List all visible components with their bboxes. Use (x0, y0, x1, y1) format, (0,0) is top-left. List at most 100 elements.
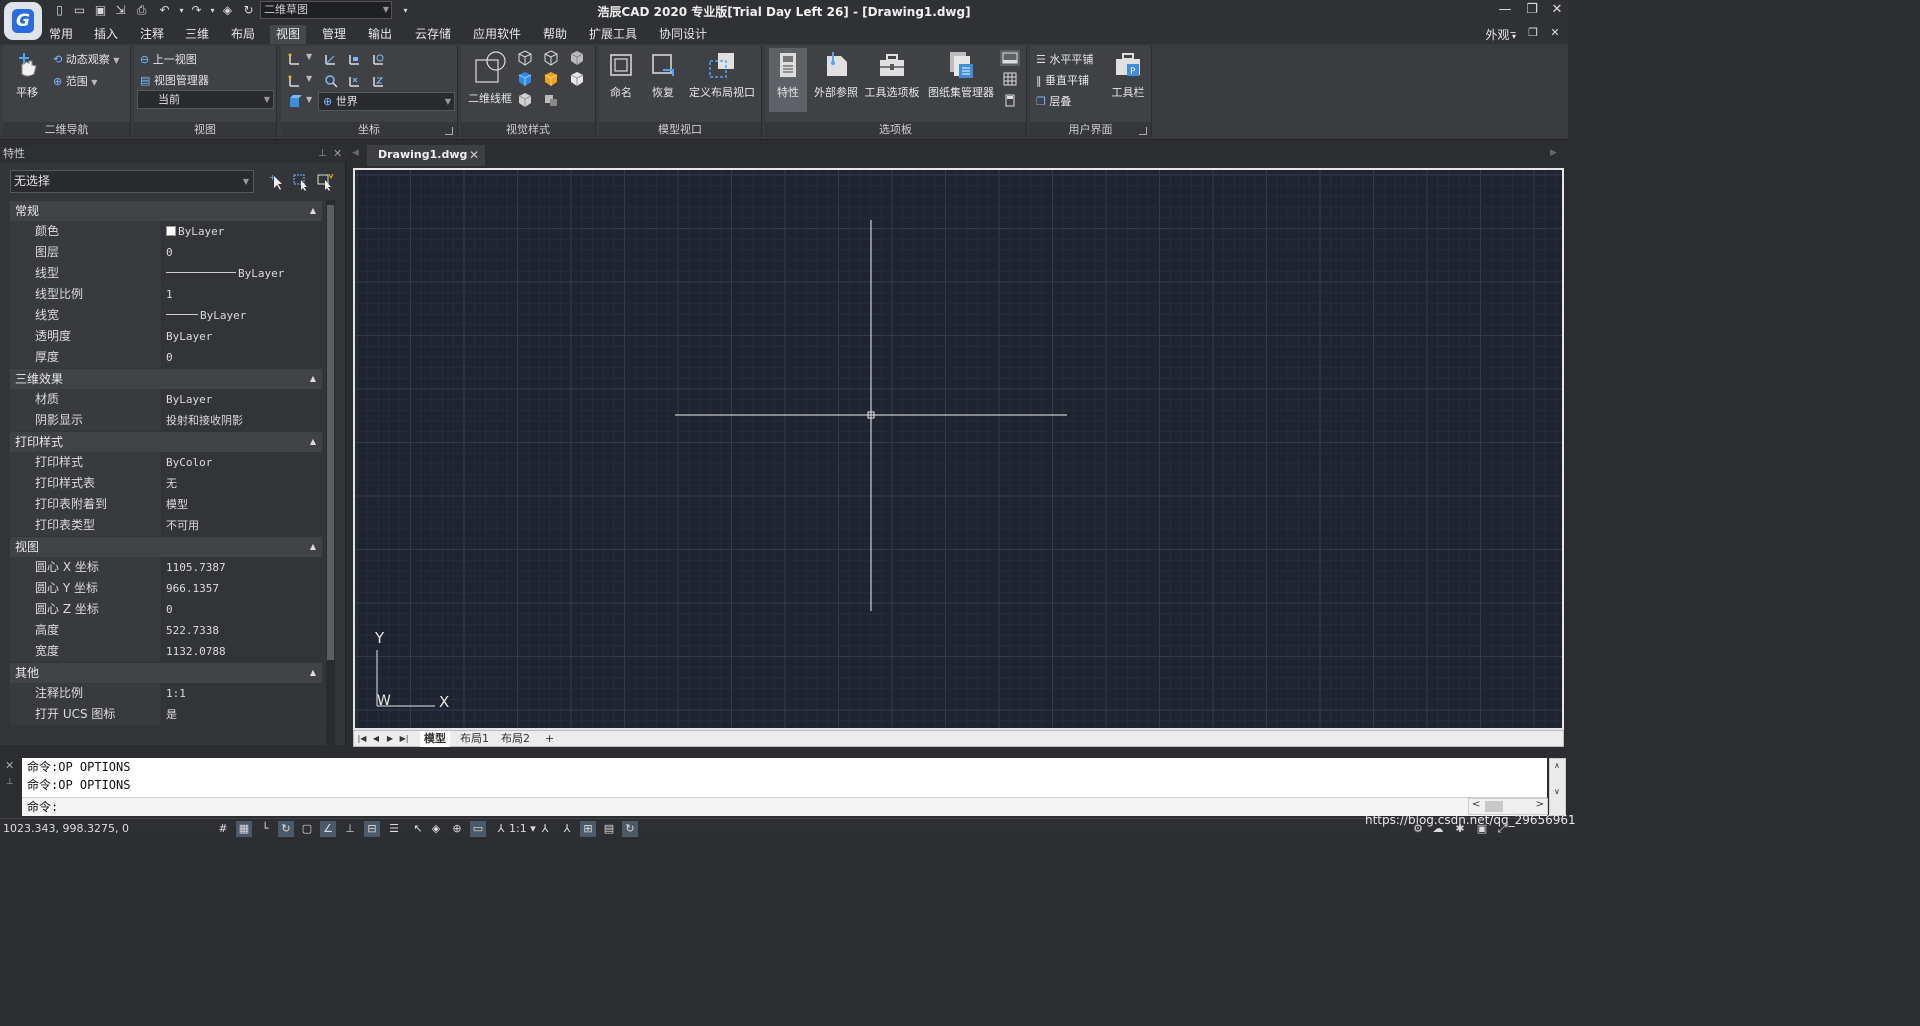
document-tab-close-icon[interactable]: ✕ (469, 145, 479, 165)
annotation-scale-icon[interactable]: ⅄ (493, 821, 509, 837)
save-icon[interactable]: ▣ (93, 3, 108, 18)
tab-scroll-left-icon[interactable]: ◀ (352, 148, 359, 158)
tab-extensions[interactable]: 扩展工具 (583, 25, 643, 44)
property-row[interactable]: 注释比例 1:1 (10, 683, 322, 704)
property-row[interactable]: 线宽 ByLayer (10, 305, 322, 326)
scroll-up-icon[interactable]: ∧ (1554, 761, 1560, 770)
model-space[interactable]: Y W X (355, 170, 1562, 728)
ucs-world-icon[interactable] (323, 51, 339, 67)
undo-icon[interactable]: ↶ (157, 3, 172, 18)
property-value[interactable]: ByLayer (162, 263, 322, 284)
annotation-visibility-icon[interactable]: ⅄ (537, 821, 553, 837)
tab-scroll-right-icon[interactable]: ▶ (1550, 148, 1557, 158)
extents-button[interactable]: ⊕ 范围 ▼ (53, 73, 97, 89)
visual-style-manager-icon[interactable] (543, 92, 559, 108)
cube-hidden-icon[interactable] (543, 50, 559, 66)
property-value[interactable]: 966.1357 (162, 578, 322, 599)
properties-palette-button[interactable]: 特性 (769, 48, 807, 112)
clean-screen-icon[interactable]: ↻ (622, 821, 638, 837)
ucs-view-icon[interactable] (371, 51, 387, 67)
property-value[interactable]: 模型 (162, 494, 322, 515)
doc-close-button[interactable]: ✕ (1542, 23, 1568, 43)
ortho-icon[interactable]: └ (257, 821, 273, 837)
tab-3d[interactable]: 三维 (179, 25, 215, 44)
osnap-icon[interactable]: ▢ (299, 821, 315, 837)
layout-tab-layout1[interactable]: 布局1 (456, 731, 493, 747)
chevron-down-icon[interactable]: ▼ (306, 52, 312, 61)
model-space-icon[interactable]: ▭ (470, 821, 486, 837)
zoom-status-icon[interactable]: ⊕ (449, 821, 465, 837)
first-layout-icon[interactable]: |◀ (356, 732, 368, 746)
grid-display-icon[interactable]: ▦ (236, 821, 252, 837)
tab-insert[interactable]: 插入 (88, 25, 124, 44)
auto-scale-icon[interactable]: ⅄ (559, 821, 575, 837)
cube-orange-icon[interactable] (543, 71, 559, 87)
tab-annotate[interactable]: 注释 (134, 25, 170, 44)
property-scrollbar[interactable] (326, 200, 335, 745)
cube-realistic-icon[interactable] (517, 92, 533, 108)
tab-help[interactable]: 帮助 (537, 25, 573, 44)
property-value[interactable]: 无 (162, 473, 322, 494)
zoom-ucs-icon[interactable] (323, 73, 339, 89)
open-file-icon[interactable]: ▭ (72, 3, 87, 18)
command-window-handle[interactable]: ✕ ⊥ (0, 755, 20, 817)
scroll-right-icon[interactable]: > (1536, 799, 1544, 810)
property-row[interactable]: 圆心 X 坐标 1105.7387 (10, 557, 322, 578)
grid-snap-icon[interactable]: # (215, 821, 231, 837)
undo-dropdown-icon[interactable]: ▾ (174, 3, 189, 18)
property-value[interactable]: ByLayer (162, 221, 322, 242)
annotation-scale-value[interactable]: 1:1 ▾ (509, 822, 536, 835)
property-row[interactable]: 圆心 Z 坐标 0 (10, 599, 322, 620)
print-icon[interactable]: ⎙ (134, 3, 149, 18)
quick-select-icon[interactable] (316, 173, 334, 191)
property-value[interactable]: ByLayer (162, 305, 322, 326)
property-row[interactable]: 材质 ByLayer (10, 389, 322, 410)
cascade-button[interactable]: ❐ 层叠 (1036, 93, 1071, 109)
ucs-cube-icon[interactable] (287, 94, 303, 110)
tab-collaborate[interactable]: 协同设计 (653, 25, 713, 44)
xref-button[interactable]: 外部参照 (811, 50, 861, 100)
property-section[interactable]: 常规 ▲ (10, 201, 322, 221)
ucs-object-icon[interactable] (287, 73, 303, 89)
app-logo[interactable]: G (4, 2, 42, 40)
command-vertical-scrollbar[interactable]: ∧ ∨ (1549, 758, 1566, 816)
property-row[interactable]: 透明度 ByLayer (10, 326, 322, 347)
property-value[interactable]: 0 (162, 347, 322, 368)
property-value[interactable]: 不可用 (162, 515, 322, 536)
new-file-icon[interactable]: ▯ (52, 3, 67, 18)
tab-output[interactable]: 输出 (362, 25, 398, 44)
view-manager-button[interactable]: ▤ 视图管理器 (140, 72, 209, 88)
chevron-down-icon[interactable]: ▼ (306, 74, 312, 83)
tile-horizontal-button[interactable]: ☰ 水平平铺 (1036, 51, 1093, 67)
layers-status-icon[interactable]: ◈ (428, 821, 444, 837)
property-section[interactable]: 三维效果 ▲ (10, 369, 322, 389)
select-objects-icon[interactable] (292, 173, 310, 191)
property-value[interactable]: ByColor (162, 452, 322, 473)
tool-palettes-button[interactable]: 工具选项板 (861, 50, 923, 100)
layout-tab-model[interactable]: 模型 (420, 731, 450, 747)
workspace-select[interactable]: 二维草图 ▼ (260, 1, 392, 19)
chevron-down-icon[interactable]: ▼ (306, 95, 312, 104)
property-value[interactable]: 0 (162, 242, 322, 263)
selection-cycling-icon[interactable]: ↖ (410, 821, 426, 837)
property-section[interactable]: 打印样式 ▲ (10, 432, 322, 452)
minimize-button[interactable]: — (1492, 0, 1518, 22)
property-row[interactable]: 线型比例 1 (10, 284, 322, 305)
last-layout-icon[interactable]: ▶| (398, 732, 410, 746)
tile-vertical-button[interactable]: ‖ 垂直平铺 (1036, 72, 1089, 88)
wireframe-2d-button[interactable]: 二维线框 (465, 50, 515, 106)
view-select[interactable]: 当前 ▼ (137, 90, 274, 109)
command-input[interactable]: 命令: (22, 797, 1547, 816)
tab-home[interactable]: 常用 (43, 25, 79, 44)
collapse-arrow-icon[interactable]: ▲ (310, 432, 316, 452)
otrack-icon[interactable]: ∠ (320, 821, 336, 837)
previous-view-button[interactable]: ⊖ 上一视图 (140, 51, 197, 67)
property-row[interactable]: 高度 522.7338 (10, 620, 322, 641)
scroll-down-icon[interactable]: ∨ (1554, 787, 1560, 796)
calculator-icon[interactable]: ▤ (601, 821, 617, 837)
property-row[interactable]: 打印样式表无 (10, 473, 322, 494)
property-value[interactable]: 1132.0788 (162, 641, 322, 662)
toggle-pickadd-icon[interactable]: + (268, 173, 286, 191)
close-button[interactable]: ✕ (1544, 0, 1570, 22)
scrollbar-thumb[interactable] (1485, 801, 1503, 812)
